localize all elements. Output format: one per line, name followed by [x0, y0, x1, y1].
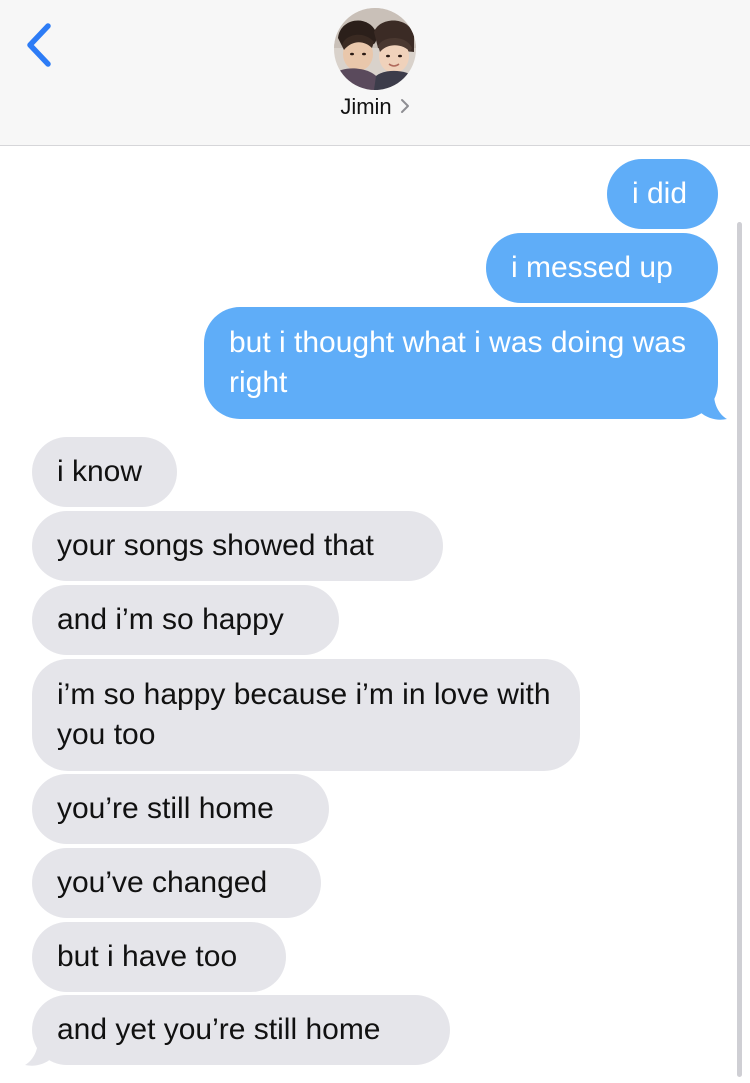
message-text: you’re still home	[57, 792, 274, 825]
sent-message[interactable]: but i thought what i was doing was right	[204, 307, 718, 419]
sent-message[interactable]: i messed up	[486, 233, 718, 303]
message-text: but i have too	[57, 940, 238, 973]
received-message[interactable]: your songs showed that	[32, 511, 443, 581]
chevron-left-icon	[27, 23, 51, 67]
sent-message[interactable]: i did	[607, 159, 718, 229]
message-text: and yet you’re still home	[57, 1013, 381, 1046]
received-message[interactable]: you’ve changed	[32, 848, 321, 918]
received-message[interactable]: you’re still home	[32, 774, 329, 844]
contact-name: Jimin	[340, 94, 392, 119]
message-text: you’ve changed	[57, 866, 268, 899]
received-message[interactable]: and i’m so happy	[32, 585, 339, 655]
scrollbar[interactable]	[737, 222, 742, 1077]
message-text: i’m so happy because i’m in love with yo…	[57, 678, 551, 751]
received-message[interactable]: and yet you’re still home	[32, 995, 450, 1065]
avatar-photo	[334, 8, 416, 90]
bubble-tail	[700, 394, 727, 420]
message-text: and i’m so happy	[57, 603, 284, 636]
message-text: i messed up	[511, 251, 673, 284]
conversation-header: Jimin	[0, 0, 750, 146]
chevron-right-icon	[400, 94, 410, 120]
contact-avatar[interactable]	[334, 8, 416, 90]
message-text: but i thought what i was doing was right	[229, 326, 686, 399]
received-message[interactable]: but i have too	[32, 922, 286, 992]
received-message[interactable]: i’m so happy because i’m in love with yo…	[32, 659, 580, 771]
bubble-tail	[25, 1040, 52, 1066]
message-text: i did	[632, 177, 688, 210]
message-text: your songs showed that	[57, 529, 374, 562]
received-message[interactable]: i know	[32, 437, 177, 507]
contact-name-button[interactable]: Jimin	[0, 94, 750, 121]
back-button[interactable]	[14, 14, 64, 74]
message-text: i know	[57, 455, 143, 488]
message-list[interactable]: i did i messed up but i thought what i w…	[0, 146, 750, 1083]
